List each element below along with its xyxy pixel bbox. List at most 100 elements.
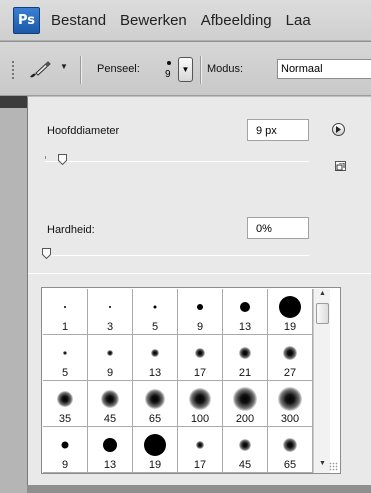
brush-preset-size: 13 [103,459,117,471]
brush-icon [30,61,51,78]
tools-panel-strip [0,96,27,493]
hard-round-brush-icon [279,296,301,318]
brush-preset-size: 9 [196,321,204,333]
menu-bestand[interactable]: Bestand [51,12,106,29]
brush-preset-size: 5 [151,321,159,333]
brush-preset-cell[interactable]: 1 [43,289,88,335]
brush-preset-size: 100 [190,413,210,425]
brush-preset-cell[interactable]: 19 [268,289,313,335]
brush-label: Penseel: [97,63,140,75]
brush-preset-cell[interactable]: 13 [133,335,178,381]
master-diameter-label: Hoofddiameter [47,125,120,137]
brush-preset-cell[interactable]: 19 [133,427,178,473]
hard-round-brush-icon [153,305,157,309]
brush-preset-size: 13 [238,321,252,333]
brush-preset-cell[interactable]: 45 [223,427,268,473]
hardness-field[interactable]: 0% [247,217,309,239]
soft-round-brush-icon [151,349,159,357]
brush-preset-cell[interactable]: 35 [43,381,88,427]
hardness-slider-thumb[interactable] [42,248,51,260]
brush-preset-cell[interactable]: 17 [178,427,223,473]
brush-preset-cell[interactable]: 13 [223,289,268,335]
soft-round-brush-icon [278,387,302,411]
brush-preset-size: 45 [103,413,117,425]
brush-preset-cell[interactable]: 5 [133,289,178,335]
resize-grip-icon[interactable] [329,462,338,471]
hard-round-brush-icon [240,302,250,312]
brush-size-preview: 9 [165,69,171,80]
brush-preset-size: 19 [283,321,297,333]
soft-round-brush-icon [189,388,211,410]
scroll-up-icon[interactable]: ▲ [316,290,329,302]
panel-menu-button[interactable] [332,123,345,136]
soft-round-brush-icon [195,348,205,358]
diameter-slider-track[interactable] [45,161,309,162]
brush-preset-size: 65 [283,459,297,471]
mode-label: Modus: [207,63,244,75]
master-diameter-field[interactable]: 9 px [247,119,309,141]
scroll-thumb[interactable] [316,303,329,324]
brush-preset-size: 21 [238,367,252,379]
brush-preset-size: 35 [58,413,72,425]
brush-preset-cell[interactable]: 9 [88,335,133,381]
hard-round-brush-icon [103,438,117,452]
brush-preset-cell[interactable]: 9 [178,289,223,335]
menu-bar: Ps Bestand Bewerken Afbeelding Laa [0,0,371,41]
brush-picker-button[interactable]: ▼ [178,57,193,82]
brush-preset-cell[interactable]: 13 [88,427,133,473]
scroll-down-icon[interactable]: ▼ [316,460,329,472]
menu-afbeelding[interactable]: Afbeelding [201,12,272,29]
panel-divider [28,273,371,274]
preset-scrollbar[interactable]: ▲ ▼ [313,289,330,473]
diameter-slider-thumb[interactable] [58,154,67,166]
slider-thumb-icon [42,248,51,260]
brush-preset-grid: 1 3 5 9 13 19 5 9 13 17 21 27 35 45 65 100 200 300 9 13 19 17… [43,289,313,473]
soft-round-brush-icon [57,391,73,407]
brush-preset-cell[interactable]: 9 [43,427,88,473]
soft-round-brush-icon [239,439,251,451]
brush-preset-cell[interactable]: 27 [268,335,313,381]
soft-round-brush-icon [283,438,297,452]
tool-preset-dropdown-icon[interactable]: ▼ [60,62,68,71]
brush-preset-cell[interactable]: 3 [88,289,133,335]
slider-thumb-icon [58,154,67,166]
mode-select[interactable]: Normaal [277,59,371,79]
brush-preset-size: 13 [148,367,162,379]
brush-preset-size: 9 [61,459,69,471]
hard-round-brush-icon [109,306,111,308]
menu-bewerken[interactable]: Bewerken [120,12,187,29]
brush-preset-cell[interactable]: 5 [43,335,88,381]
options-bar: ▼ Penseel: 9 ▼ Modus: Normaal [0,42,371,96]
brush-preset-cell[interactable]: 65 [268,427,313,473]
soft-round-brush-icon [107,350,113,356]
tools-panel-header [0,96,27,108]
brush-preset-size: 1 [61,321,69,333]
play-arrow-icon [336,126,341,133]
brush-preset-size: 3 [106,321,114,333]
brush-tool-preset-button[interactable] [27,58,53,80]
soft-round-brush-icon [283,346,297,360]
save-preset-button[interactable] [335,161,346,171]
brush-preset-cell[interactable]: 65 [133,381,178,427]
brush-preset-cell[interactable]: 17 [178,335,223,381]
brush-preset-cell[interactable]: 21 [223,335,268,381]
menu-laag[interactable]: Laa [286,12,311,29]
brush-preset-size: 27 [283,367,297,379]
brush-preset-cell[interactable]: 100 [178,381,223,427]
brush-preset-size: 17 [193,367,207,379]
slider-tick [45,156,46,159]
brush-preset-cell[interactable]: 300 [268,381,313,427]
hardness-slider-track[interactable] [45,255,309,256]
soft-round-brush-icon [233,387,257,411]
brush-preset-size: 300 [280,413,300,425]
options-bar-grip-icon[interactable] [11,60,15,80]
brush-preset-size: 19 [148,459,162,471]
brush-preset-size: 5 [61,367,69,379]
brush-preset-cell[interactable]: 45 [88,381,133,427]
new-preset-icon [336,162,345,171]
soft-round-brush-icon [239,347,251,359]
photoshop-logo: Ps [13,6,40,34]
brush-preset-list: 1 3 5 9 13 19 5 9 13 17 21 27 35 45 65 100 200 300 9 13 19 17… [41,287,341,474]
soft-round-brush-icon [196,441,204,449]
brush-preset-cell[interactable]: 200 [223,381,268,427]
